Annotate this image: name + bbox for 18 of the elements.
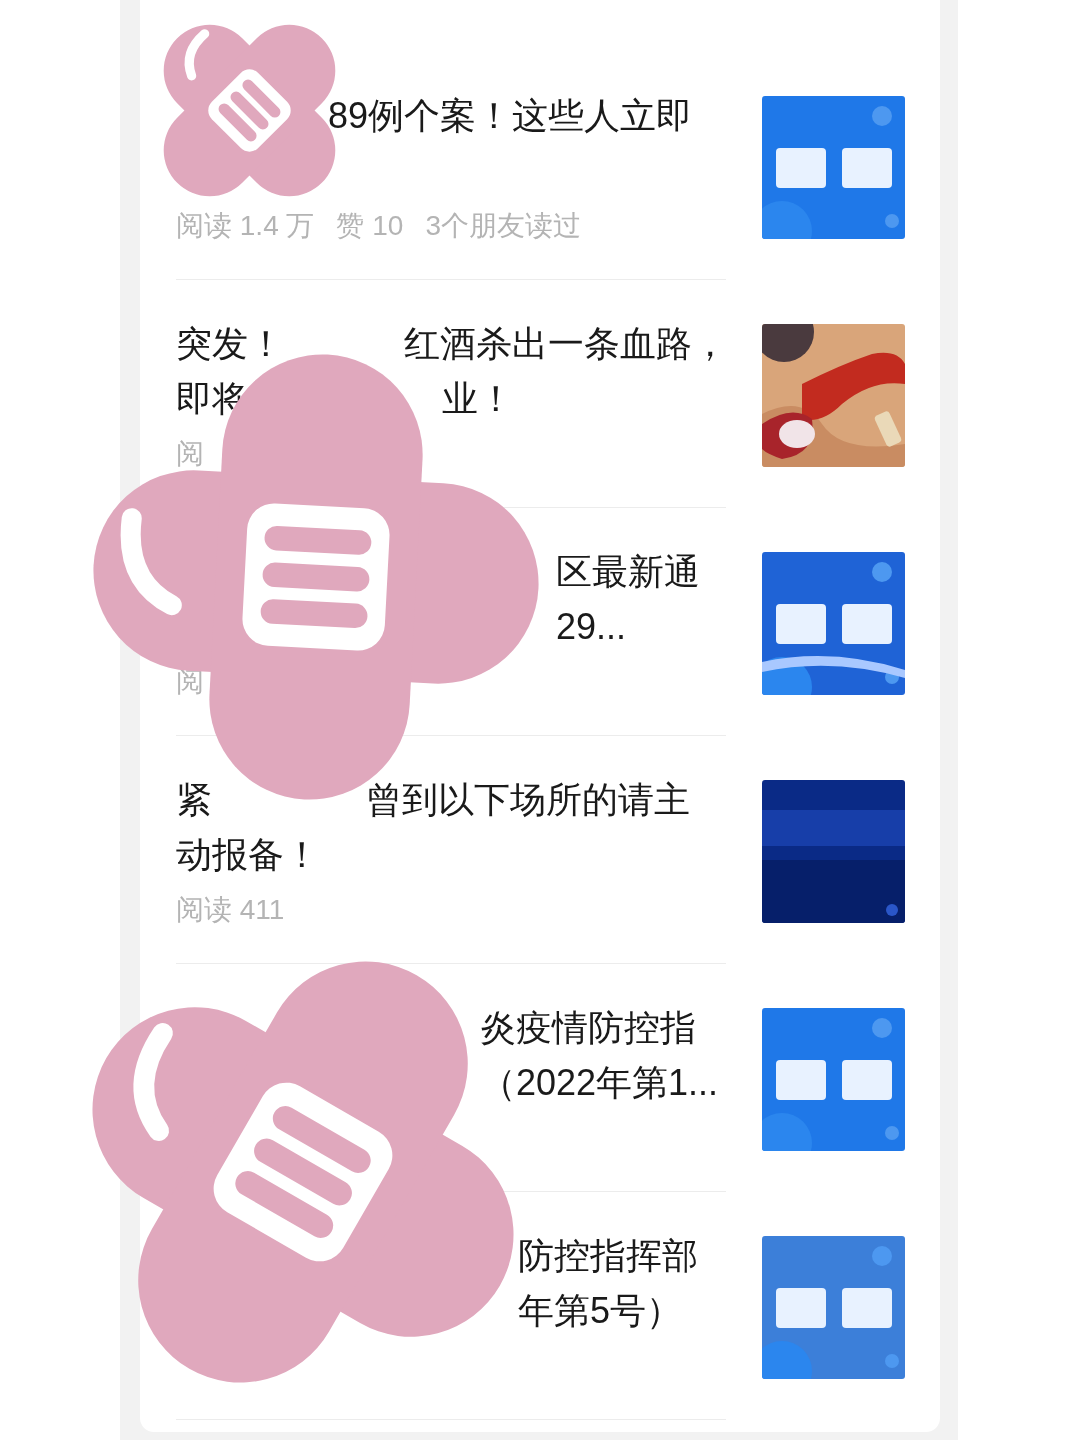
article-stat: 阅读 411	[176, 892, 285, 927]
article-title: 炎疫情防控指	[480, 1006, 696, 1050]
article-title: 29...	[556, 605, 627, 649]
article-stat: 阅读 1.4 万	[176, 208, 315, 243]
article-title: 动报备！	[176, 833, 320, 877]
article-title: 曾到以下场所的请主	[366, 778, 690, 822]
article-title: 防控指挥部	[518, 1234, 698, 1278]
article-title: 业！	[442, 377, 514, 421]
article-title: 89例个案！这些人立即	[328, 94, 693, 138]
article-title: 红酒杀出一条血路，	[404, 322, 728, 366]
article-stat: 3个朋友读过	[425, 208, 581, 243]
article-title: 紧	[176, 778, 212, 822]
article-stat: 阅	[176, 436, 204, 471]
article-title: 年第5号）	[518, 1289, 683, 1333]
article-title: 突发！	[176, 322, 284, 366]
article-stat: 赞 10	[336, 208, 404, 243]
article-title: （2022年第1...	[480, 1061, 719, 1105]
article-title: 区最新通	[556, 550, 700, 594]
